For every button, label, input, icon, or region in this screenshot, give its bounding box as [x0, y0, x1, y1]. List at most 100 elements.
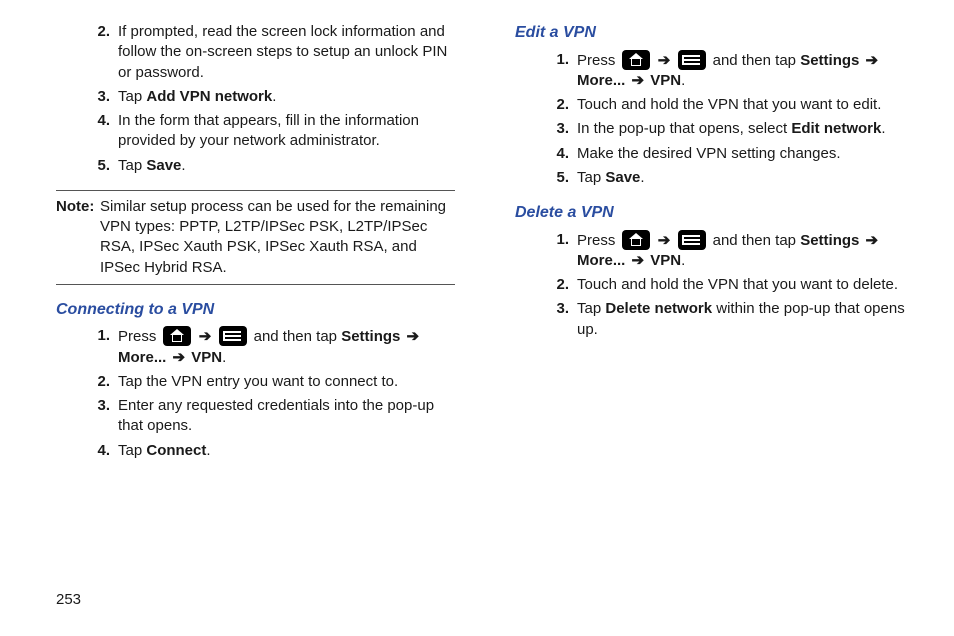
list-text: Enter any requested credentials into the… [118, 396, 455, 437]
list-text: Press ➔ and then tap Settings ➔ More... … [577, 230, 914, 272]
list-item: 1. Press ➔ and then tap Settings ➔ More.… [539, 230, 914, 272]
list-text: Tap Connect. [118, 441, 455, 461]
list-text: If prompted, read the screen lock inform… [118, 22, 455, 83]
bold-text: Connect [146, 442, 206, 459]
menu-icon [219, 326, 247, 346]
arrow-icon: ➔ [405, 327, 422, 347]
list-number: 3. [80, 396, 118, 437]
note-text: Similar setup process can be used for th… [100, 197, 455, 278]
home-icon [622, 230, 650, 250]
list-item: 5. Tap Save. [80, 156, 455, 176]
text: . [640, 169, 644, 186]
bold-text: Settings [800, 52, 859, 69]
arrow-icon: ➔ [864, 231, 881, 251]
list-number: 5. [539, 168, 577, 188]
list-number: 3. [80, 87, 118, 107]
text: and then tap [708, 52, 800, 69]
text: Tap [577, 300, 605, 317]
list-number: 4. [539, 144, 577, 164]
bold-text: Edit network [791, 120, 881, 137]
list-text: Tap the VPN entry you want to connect to… [118, 372, 455, 392]
text: Press [577, 232, 620, 249]
list-number: 4. [80, 111, 118, 152]
left-column: 2. If prompted, read the screen lock inf… [56, 22, 455, 465]
text: . [681, 72, 685, 89]
bold-text: Delete network [605, 300, 712, 317]
connecting-steps: 1. Press ➔ and then tap Settings ➔ More.… [56, 326, 455, 461]
list-item: 4. In the form that appears, fill in the… [80, 111, 455, 152]
arrow-icon: ➔ [630, 71, 647, 91]
text: Tap [118, 442, 146, 459]
bold-text: Save [605, 169, 640, 186]
delete-steps: 1. Press ➔ and then tap Settings ➔ More.… [515, 230, 914, 340]
text: and then tap [249, 328, 341, 345]
bold-text: More... [577, 72, 625, 89]
page: 2. If prompted, read the screen lock inf… [0, 0, 954, 636]
list-text: Press ➔ and then tap Settings ➔ More... … [118, 326, 455, 368]
text: and then tap [708, 232, 800, 249]
edit-steps: 1. Press ➔ and then tap Settings ➔ More.… [515, 50, 914, 189]
list-item: 3. In the pop-up that opens, select Edit… [539, 119, 914, 139]
list-item: 1. Press ➔ and then tap Settings ➔ More.… [80, 326, 455, 368]
section-heading: Connecting to a VPN [56, 299, 455, 321]
bold-text: VPN [191, 349, 222, 366]
text: Tap [118, 157, 146, 174]
list-number: 1. [539, 50, 577, 92]
list-text: Tap Save. [118, 156, 455, 176]
home-icon [622, 50, 650, 70]
bold-text: More... [577, 252, 625, 269]
list-item: 4. Make the desired VPN setting changes. [539, 144, 914, 164]
list-text: Make the desired VPN setting changes. [577, 144, 914, 164]
list-item: 3. Tap Delete network within the pop-up … [539, 299, 914, 340]
list-item: 1. Press ➔ and then tap Settings ➔ More.… [539, 50, 914, 92]
list-number: 2. [80, 372, 118, 392]
note-label: Note: [56, 197, 100, 278]
list-item: 2. Touch and hold the VPN that you want … [539, 95, 914, 115]
section-heading: Edit a VPN [515, 22, 914, 44]
list-number: 1. [539, 230, 577, 272]
text: Press [577, 52, 620, 69]
list-text: Touch and hold the VPN that you want to … [577, 95, 914, 115]
text: Press [118, 328, 161, 345]
text: . [181, 157, 185, 174]
arrow-icon: ➔ [864, 51, 881, 71]
bold-text: VPN [650, 252, 681, 269]
bold-text: Settings [800, 232, 859, 249]
list-item: 3. Enter any requested credentials into … [80, 396, 455, 437]
arrow-icon: ➔ [197, 327, 214, 347]
text: . [206, 442, 210, 459]
list-item: 2. If prompted, read the screen lock inf… [80, 22, 455, 83]
text: . [222, 349, 226, 366]
note-block: Note: Similar setup process can be used … [56, 190, 455, 285]
bold-text: More... [118, 349, 166, 366]
arrow-icon: ➔ [656, 51, 673, 71]
home-icon [163, 326, 191, 346]
bold-text: Settings [341, 328, 400, 345]
list-item: 2. Touch and hold the VPN that you want … [539, 275, 914, 295]
text: . [681, 252, 685, 269]
section-heading: Delete a VPN [515, 202, 914, 224]
arrow-icon: ➔ [656, 231, 673, 251]
list-item: 3. Tap Add VPN network. [80, 87, 455, 107]
text: . [272, 88, 276, 105]
list-number: 3. [539, 299, 577, 340]
bold-text: Save [146, 157, 181, 174]
list-continuation: 2. If prompted, read the screen lock inf… [56, 22, 455, 176]
list-item: 2. Tap the VPN entry you want to connect… [80, 372, 455, 392]
list-number: 4. [80, 441, 118, 461]
note-body: Note: Similar setup process can be used … [56, 191, 455, 284]
note-rule-bottom [56, 284, 455, 285]
list-text: Tap Add VPN network. [118, 87, 455, 107]
list-text: In the pop-up that opens, select Edit ne… [577, 119, 914, 139]
list-text: Press ➔ and then tap Settings ➔ More... … [577, 50, 914, 92]
columns: 2. If prompted, read the screen lock inf… [56, 22, 914, 465]
text: Tap [118, 88, 146, 105]
bold-text: VPN [650, 72, 681, 89]
list-number: 2. [539, 275, 577, 295]
bold-text: Add VPN network [146, 88, 272, 105]
list-number: 5. [80, 156, 118, 176]
text: . [881, 120, 885, 137]
list-text: Tap Save. [577, 168, 914, 188]
menu-icon [678, 50, 706, 70]
arrow-icon: ➔ [171, 348, 188, 368]
